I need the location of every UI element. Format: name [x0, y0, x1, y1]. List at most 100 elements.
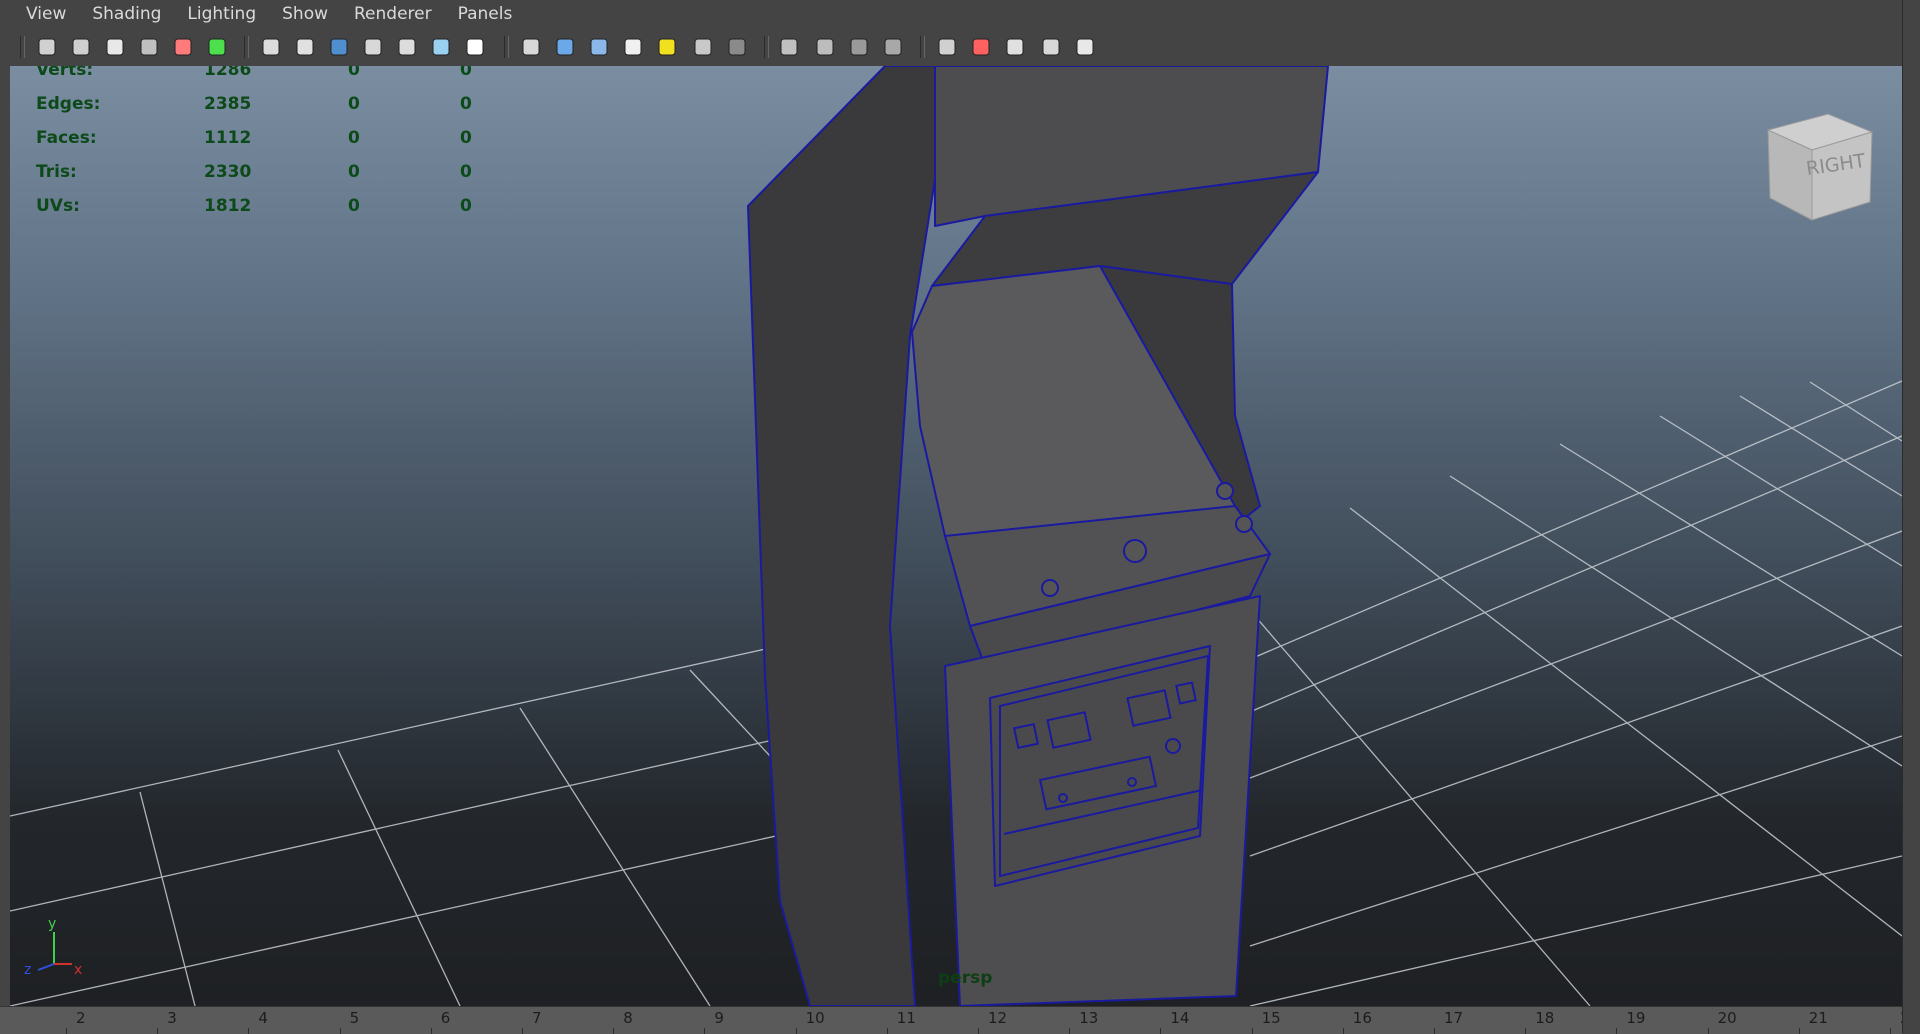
hud-value: 0: [460, 66, 472, 80]
grid-icon[interactable]: [258, 34, 284, 60]
multisample-aa-icon[interactable]: [880, 34, 906, 60]
timeline-tick-label: 7: [532, 1009, 542, 1027]
wireframe-icon[interactable]: [518, 34, 544, 60]
menu-panels[interactable]: Panels: [444, 0, 525, 28]
textured-icon[interactable]: [620, 34, 646, 60]
timeline-tick-mark: [1616, 1028, 1618, 1034]
hud-value: 0: [460, 128, 472, 148]
depth-of-field-icon[interactable]: [934, 34, 960, 60]
xray-components-icon[interactable]: [1072, 34, 1098, 60]
gate-mask-icon[interactable]: [360, 34, 386, 60]
timeline-tick-mark: [1342, 1028, 1344, 1034]
timeline-tick-mark: [1251, 1028, 1253, 1034]
time-slider[interactable]: 2 3 4 5 6 7 8 9 10 11 12 13 14 15 16 17 18 19 20 21 22: [0, 1006, 1902, 1034]
grease-pencil-icon[interactable]: [204, 34, 230, 60]
timeline-tick-label: 12: [988, 1009, 1008, 1027]
hud-value: 0: [460, 162, 472, 182]
2d-pan-zoom-icon[interactable]: [170, 34, 196, 60]
hud-value: 0: [348, 94, 360, 114]
timeline-tick-mark: [522, 1028, 523, 1034]
menu-lighting[interactable]: Lighting: [173, 0, 268, 28]
timeline-tick-label: 17: [1444, 1009, 1464, 1027]
toolbar-separator: [504, 36, 509, 58]
timeline-tick-mark: [1890, 1028, 1891, 1034]
menu-renderer[interactable]: Renderer: [340, 0, 444, 28]
timeline-tick-label: 2: [76, 1009, 86, 1027]
menu-shading[interactable]: Shading: [78, 0, 173, 28]
timeline-tick-label: 21: [1808, 1009, 1828, 1027]
timeline-tick-label: 3: [167, 1009, 177, 1027]
screen-space-ao-icon[interactable]: [812, 34, 838, 60]
axis-x-label: x: [74, 962, 82, 978]
timeline-tick-label: 18: [1535, 1009, 1555, 1027]
hud-value: 1286: [204, 66, 252, 80]
panel-toolbar: [0, 28, 1920, 66]
axis-y-label: y: [48, 916, 56, 932]
safe-title-icon[interactable]: [462, 34, 488, 60]
motion-blur-icon[interactable]: [846, 34, 872, 60]
isolate-select-icon[interactable]: [968, 34, 994, 60]
timeline-tick-mark: [66, 1028, 67, 1034]
timeline-tick-label: 20: [1717, 1009, 1737, 1027]
bookmarks-icon[interactable]: [102, 34, 128, 60]
timeline-tick-mark: [248, 1028, 250, 1034]
hud-label: Faces:: [36, 128, 97, 148]
timeline-tick-label: 16: [1352, 1009, 1372, 1027]
hud-value: 0: [348, 162, 360, 182]
toolbar-separator: [20, 36, 25, 58]
menu-view[interactable]: View: [0, 0, 78, 28]
default-light-icon[interactable]: [654, 34, 680, 60]
hud-value: 2330: [204, 162, 252, 182]
field-chart-icon[interactable]: [394, 34, 420, 60]
wireframe-on-shaded-icon[interactable]: [586, 34, 612, 60]
hud-value: 0: [460, 94, 472, 114]
camera-name-label: persp: [938, 968, 993, 988]
hud-label: Verts:: [36, 66, 94, 80]
timeline-tick-mark: [339, 1028, 341, 1034]
timeline-tick-label: 8: [623, 1009, 633, 1027]
timeline-tick-mark: [704, 1028, 706, 1034]
toolbar-separator: [920, 36, 925, 58]
left-border: [0, 66, 10, 1006]
right-border: [1902, 0, 1920, 1033]
timeline-tick-label: 9: [714, 1009, 724, 1027]
axis-gizmo: y x z: [24, 916, 82, 978]
timeline-tick-mark: [1525, 1028, 1527, 1034]
film-gate-icon[interactable]: [292, 34, 318, 60]
axis-z-label: z: [24, 962, 31, 978]
timeline-tick-label: 11: [896, 1009, 916, 1027]
hud-value: 1812: [204, 196, 252, 216]
xray-joints-icon[interactable]: [1038, 34, 1064, 60]
timeline-tick-label: 19: [1626, 1009, 1646, 1027]
arcade-cabinet-mesh: [747, 66, 1329, 1006]
image-plane-icon[interactable]: [136, 34, 162, 60]
flat-light-icon[interactable]: [724, 34, 750, 60]
camera-attributes-icon[interactable]: [68, 34, 94, 60]
hud-value: 0: [348, 196, 360, 216]
hud-label: Edges:: [36, 94, 101, 114]
smooth-shade-icon[interactable]: [552, 34, 578, 60]
timeline-tick-label: 13: [1079, 1009, 1099, 1027]
timeline-tick-mark: [1707, 1028, 1709, 1034]
timeline-tick-label: 22: [1900, 1009, 1902, 1027]
all-lights-icon[interactable]: [690, 34, 716, 60]
shadows-icon[interactable]: [776, 34, 802, 60]
scene-canvas: [10, 66, 1902, 1006]
timeline-tick-label: 14: [1170, 1009, 1190, 1027]
hud-label: Tris:: [36, 162, 77, 182]
resolution-gate-icon[interactable]: [326, 34, 352, 60]
timeline-tick-label: 5: [349, 1009, 360, 1027]
hud-value: 0: [460, 196, 472, 216]
hud-label: UVs:: [36, 196, 80, 216]
timeline-tick-mark: [1434, 1028, 1435, 1034]
timeline-tick-label: 15: [1261, 1009, 1281, 1027]
menu-show[interactable]: Show: [268, 0, 340, 28]
xray-icon[interactable]: [1002, 34, 1028, 60]
select-camera-icon[interactable]: [34, 34, 60, 60]
toolbar-separator: [764, 36, 769, 58]
safe-action-icon[interactable]: [428, 34, 454, 60]
viewport-persp[interactable]: Verts: 1286 0 0 Edges: 2385 0 0 Faces: 1…: [10, 66, 1902, 1006]
hud-value: 1112: [204, 128, 252, 148]
timeline-tick-mark: [1160, 1028, 1162, 1034]
timeline-tick-mark: [886, 1028, 888, 1034]
